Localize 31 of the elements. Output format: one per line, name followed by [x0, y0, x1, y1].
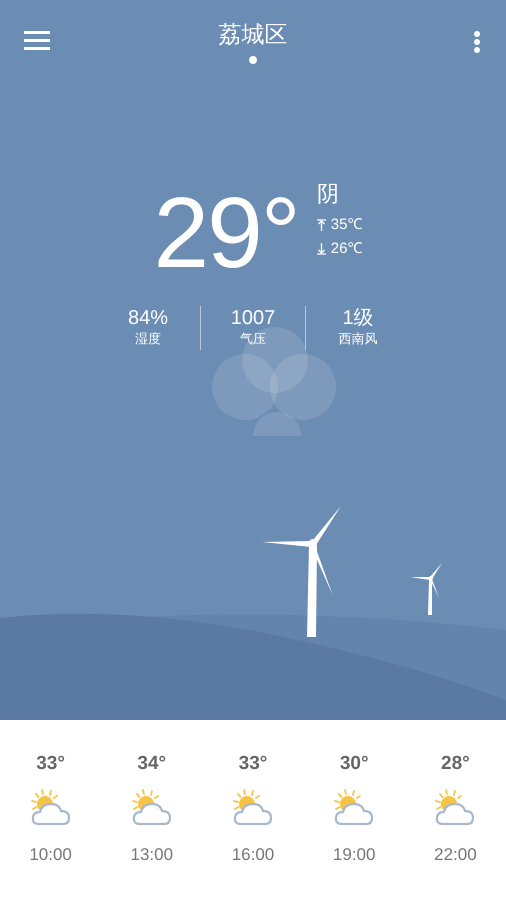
weather-condition: 阴: [316, 181, 340, 209]
partly-cloudy-icon: [232, 788, 274, 828]
stat-label: 气压: [240, 331, 266, 349]
hourly-time: 19:00: [332, 844, 376, 866]
hourly-time: 16:00: [232, 844, 274, 866]
hourly-temperature: 28°: [441, 752, 470, 776]
stat-value: 1级: [342, 306, 374, 330]
menu-icon: [24, 30, 52, 52]
stat-label: 湿度: [135, 331, 161, 349]
partly-cloudy-icon: [434, 788, 476, 828]
hourly-temperature: 33°: [238, 752, 268, 776]
hourly-time: 10:00: [29, 844, 72, 866]
partly-cloudy-icon: [30, 788, 72, 828]
hourly-temperature: 30°: [340, 752, 369, 776]
stat-label: 西南风: [338, 331, 378, 349]
high-temperature-icon: [316, 219, 326, 231]
stat-value: 1007: [230, 306, 276, 330]
hourly-temperature: 33°: [36, 752, 65, 776]
current-temperature: 29°: [154, 190, 299, 276]
partly-cloudy-icon: [130, 788, 173, 828]
low-temperature: 26℃: [330, 240, 362, 258]
low-temperature-icon: [316, 243, 326, 255]
hourly-time: 22:00: [434, 844, 477, 866]
hourly-temperature: 34°: [137, 752, 166, 776]
stat-value: 84%: [128, 306, 168, 330]
city-name: 荔城区: [218, 21, 288, 50]
hourly-time: 13:00: [130, 844, 174, 866]
high-temperature: 35℃: [330, 216, 362, 234]
more-options-icon: [473, 30, 481, 54]
more-button[interactable]: [472, 30, 482, 54]
partly-cloudy-icon: [333, 788, 376, 828]
